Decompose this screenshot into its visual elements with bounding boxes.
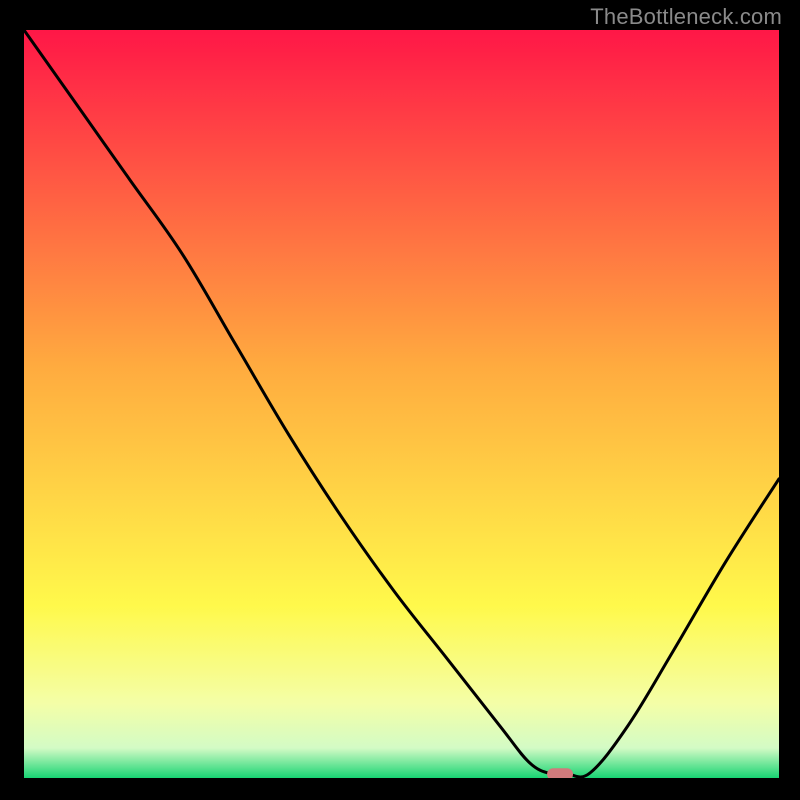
chart-frame: TheBottleneck.com xyxy=(0,0,800,800)
chart-svg xyxy=(24,30,779,778)
plot-area xyxy=(24,30,779,778)
watermark-label: TheBottleneck.com xyxy=(590,4,782,30)
optimal-marker xyxy=(547,768,573,778)
